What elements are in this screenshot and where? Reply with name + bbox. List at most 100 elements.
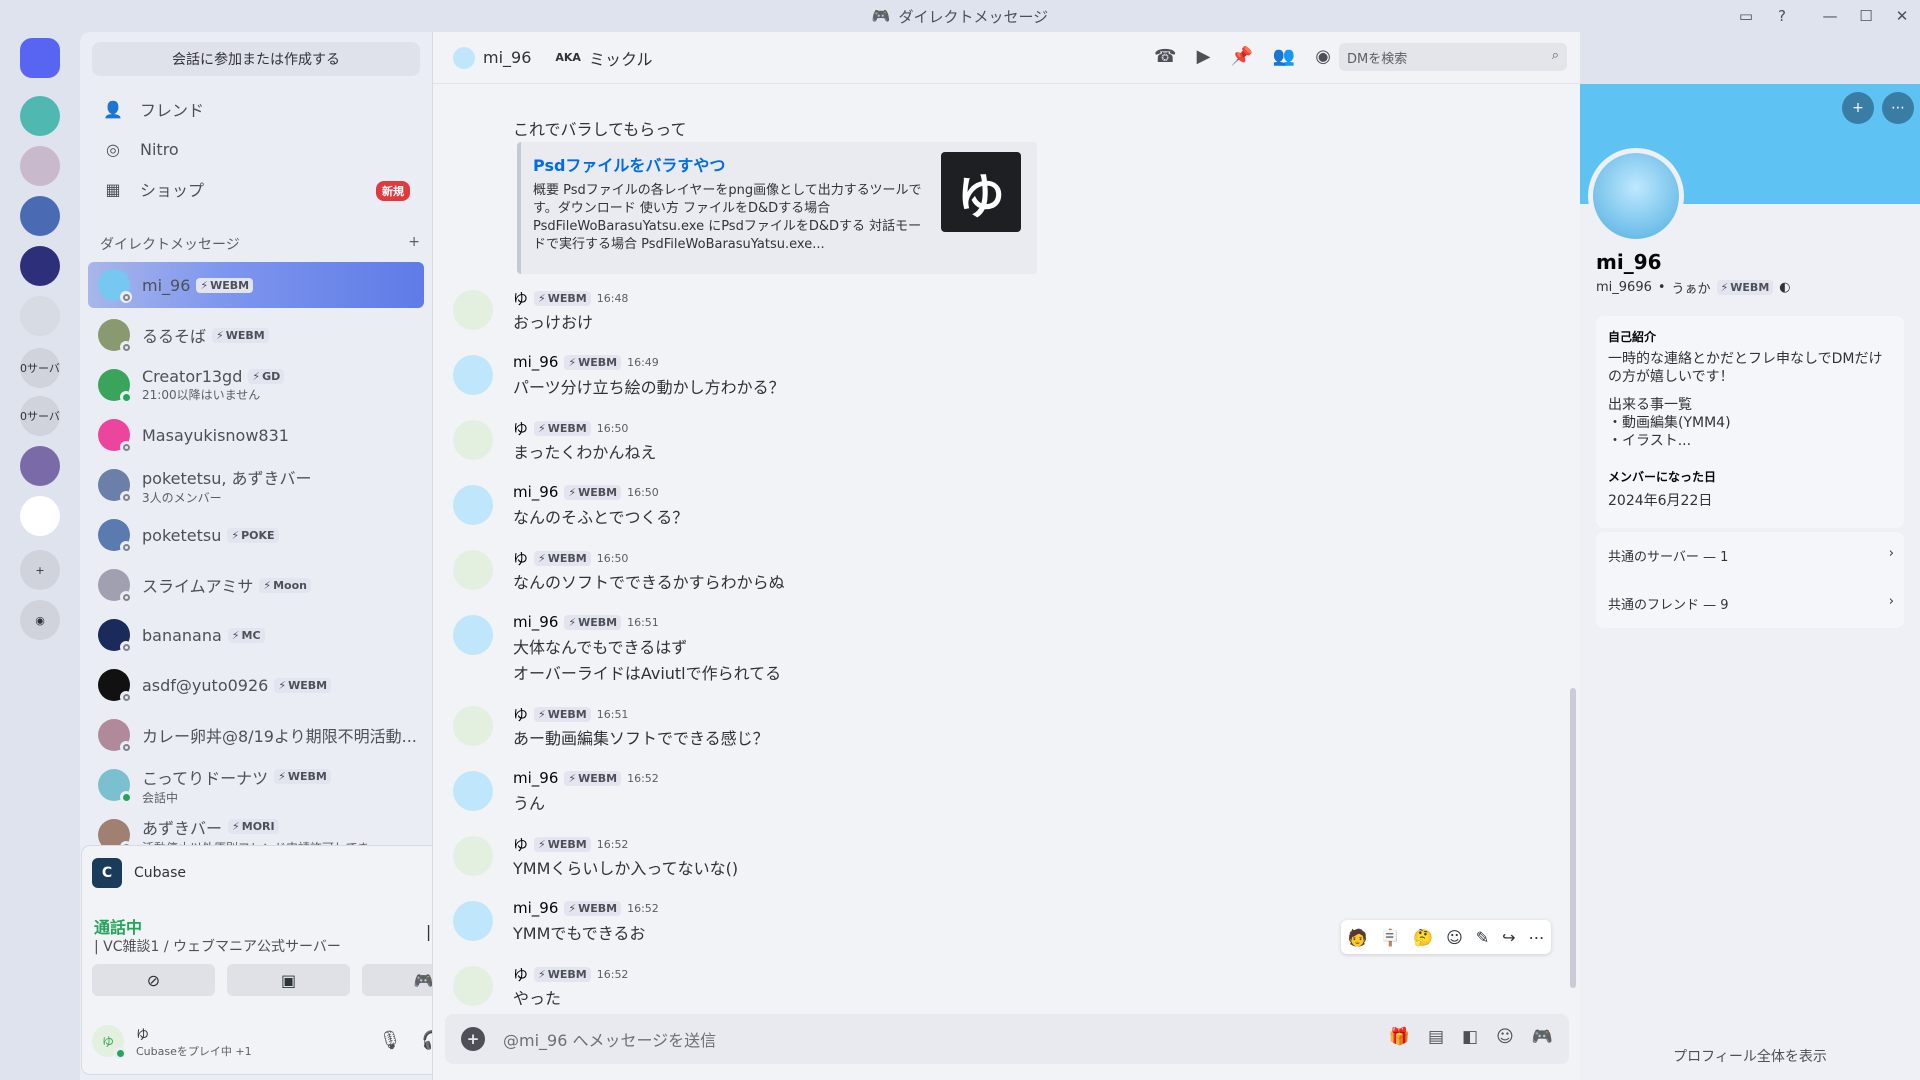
add-reaction-icon[interactable]: ☺ <box>1446 928 1463 947</box>
message-text: YMMでもできるお <box>513 924 646 943</box>
microphone-icon[interactable]: 🎙 <box>379 1030 402 1051</box>
create-dm-icon[interactable]: + <box>408 234 420 254</box>
window-title: ダイレクトメッセージ <box>898 7 1049 26</box>
recipient-name[interactable]: mi_96 <box>483 48 531 67</box>
user-avatar[interactable]: ゆ <box>92 1025 126 1059</box>
dm-item[interactable]: poketetsu ⚡ POKE <box>88 512 424 558</box>
message-author[interactable]: mi_96 <box>513 899 558 917</box>
message-author[interactable]: ゆ <box>513 964 528 985</box>
message-author[interactable]: ゆ <box>513 288 528 309</box>
pin-icon[interactable]: 📌 <box>1230 46 1252 67</box>
dm-item[interactable]: Creator13gd ⚡ GD 21:00以降はいません <box>88 362 424 408</box>
message-avatar[interactable] <box>453 355 493 395</box>
sticker-icon[interactable]: ◧ <box>1462 1027 1478 1047</box>
activity-button[interactable]: 🎮 <box>362 964 432 996</box>
message-author[interactable]: ゆ <box>513 548 528 569</box>
message-avatar[interactable] <box>453 290 493 330</box>
embed-thumbnail[interactable]: ゆ <box>941 152 1021 232</box>
dm-item[interactable]: Masayukisnow831 <box>88 412 424 458</box>
dm-item[interactable]: bananana ⚡ MC <box>88 612 424 658</box>
profile-more-icon[interactable]: ⋯ <box>1882 92 1914 124</box>
forward-icon[interactable]: ↪ <box>1502 928 1515 947</box>
maximize-button[interactable]: ☐ <box>1848 0 1884 32</box>
dm-item[interactable]: るるそば ⚡ WEBM <box>88 312 424 358</box>
add-friends-dm-icon[interactable]: 👥 <box>1273 46 1295 67</box>
message-author[interactable]: ゆ <box>513 704 528 725</box>
apps-icon[interactable]: 🎮 <box>1532 1027 1553 1047</box>
attach-plus-icon[interactable]: + <box>461 1027 485 1051</box>
message-avatar[interactable] <box>453 836 493 876</box>
server-1-icon[interactable] <box>20 96 60 136</box>
message-author[interactable]: mi_96 <box>513 769 558 787</box>
dm-item[interactable]: asdf@yuto0926 ⚡ WEBM <box>88 662 424 708</box>
minimize-button[interactable]: — <box>1812 0 1848 32</box>
mutual-friends-row[interactable]: 共通のフレンド — 9 › <box>1608 594 1894 613</box>
dm-item[interactable]: スライムアミサ ⚡ Moon <box>88 562 424 608</box>
badge-icon[interactable]: ◐ <box>1779 280 1790 295</box>
message-avatar[interactable] <box>453 771 493 811</box>
user-profile-icon[interactable]: ◉ <box>1315 46 1331 67</box>
message-avatar[interactable] <box>453 966 493 1006</box>
message-composer[interactable]: + @mi_96 へメッセージを送信 🎁 ▤ ◧ ☺ 🎮 <box>445 1014 1569 1064</box>
dm-item[interactable]: カレー卵丼@8/19より期限不明活動... <box>88 712 424 758</box>
camera-off-button[interactable]: ⊘ <box>92 964 215 996</box>
dm-search-input[interactable]: DMを検索 ⌕ <box>1339 43 1567 71</box>
reaction-3-icon[interactable]: 🤔 <box>1413 928 1433 947</box>
server-2-icon[interactable] <box>20 146 60 186</box>
profile-panel: + ⋯ mi_96 mi_9696 • うぁか ⚡ WEBM ◐ 自己紹介 一時的… <box>1580 84 1920 1080</box>
mutual-servers-row[interactable]: 共通のサーバー — 1 › <box>1608 546 1894 565</box>
nav-nitro[interactable]: ◎ Nitro <box>88 128 424 170</box>
video-call-icon[interactable]: ▶ <box>1197 46 1211 67</box>
close-button[interactable]: ✕ <box>1884 0 1920 32</box>
dm-item[interactable]: mi_96 ⚡ WEBM <box>88 262 424 308</box>
nav-shop[interactable]: ▦ ショップ 新規 <box>88 168 424 210</box>
gift-icon[interactable]: 🎁 <box>1389 1027 1410 1047</box>
chat-scrollbar[interactable] <box>1570 688 1576 988</box>
screen-share-button[interactable]: ▣ <box>227 964 350 996</box>
chat-area: mi_96 AKA ミックル ☎ ▶ 📌 👥 ◉ DMを検索 ⌕ これでバラして… <box>432 32 1581 1080</box>
reaction-2-icon[interactable]: 🪧 <box>1380 928 1400 947</box>
server-3-icon[interactable] <box>20 196 60 236</box>
server-4-icon[interactable] <box>20 246 60 286</box>
help-icon[interactable]: ? <box>1764 0 1800 32</box>
server-7-icon[interactable]: 0サーバ <box>20 396 60 436</box>
message-avatar[interactable] <box>453 420 493 460</box>
dm-item[interactable]: こってりドーナツ ⚡ WEBM 会話中 <box>88 762 424 808</box>
gif-icon[interactable]: ▤ <box>1428 1027 1444 1047</box>
reaction-1-icon[interactable]: 🧑 <box>1347 928 1367 947</box>
message-avatar[interactable] <box>453 485 493 525</box>
profile-avatar[interactable] <box>1588 148 1684 244</box>
dm-sidebar: 会話に参加または作成する 👤 フレンド ◎ Nitro ▦ ショップ 新規 ダイ… <box>80 32 432 1080</box>
server-6-icon[interactable]: 0サーバ <box>20 348 60 388</box>
server-9-icon[interactable] <box>20 496 60 536</box>
more-icon[interactable]: ⋯ <box>1528 928 1544 947</box>
voice-call-icon[interactable]: ☎ <box>1154 46 1176 67</box>
view-full-profile-link[interactable]: プロフィール全体を表示 <box>1580 1046 1920 1066</box>
voice-channel[interactable]: | VC雑談1 / ウェブマニア公式サーバー <box>94 936 341 956</box>
message-avatar[interactable] <box>453 615 493 655</box>
add-friend-icon[interactable]: + <box>1842 92 1874 124</box>
message-avatar[interactable] <box>453 901 493 941</box>
find-conversation-button[interactable]: 会話に参加または作成する <box>92 42 420 76</box>
message-author[interactable]: ゆ <box>513 418 528 439</box>
inbox-icon[interactable]: ▭ <box>1728 0 1764 32</box>
edit-icon[interactable]: ✎ <box>1476 928 1489 947</box>
message-avatar[interactable] <box>453 706 493 746</box>
server-5-icon[interactable] <box>20 296 60 336</box>
server-8-icon[interactable] <box>20 446 60 486</box>
message-avatar[interactable] <box>453 550 493 590</box>
message-author[interactable]: mi_96 <box>513 353 558 371</box>
nav-friends[interactable]: 👤 フレンド <box>88 88 424 130</box>
discover-icon[interactable]: ◉ <box>20 600 60 640</box>
voice-status[interactable]: 通話中 <box>94 914 142 938</box>
headphones-icon[interactable]: 🎧 <box>421 1030 432 1051</box>
aka-label: AKA <box>555 51 581 64</box>
embed-title[interactable]: Psdファイルをバラすやつ <box>533 152 725 176</box>
add-server-icon[interactable]: + <box>20 550 60 590</box>
discord-home-icon[interactable] <box>20 38 60 78</box>
emoji-icon[interactable]: ☺ <box>1496 1027 1514 1047</box>
dm-item[interactable]: poketetsu, あずきバー 3人のメンバー <box>88 462 424 508</box>
message-author[interactable]: ゆ <box>513 834 528 855</box>
message-author[interactable]: mi_96 <box>513 483 558 501</box>
message-author[interactable]: mi_96 <box>513 613 558 631</box>
